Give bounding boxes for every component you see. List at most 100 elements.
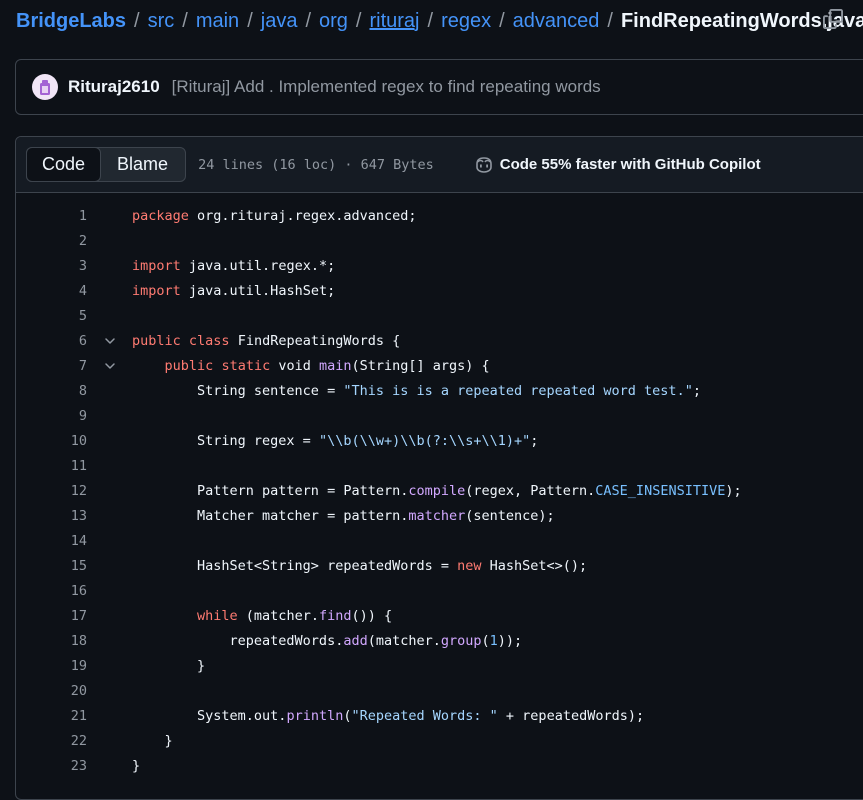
line-number[interactable]: 12 — [16, 483, 87, 499]
line-number[interactable]: 2 — [16, 233, 87, 249]
breadcrumb-segment-java[interactable]: java — [261, 10, 298, 33]
breadcrumb: BridgeLabs / src / main / java / org / r… — [16, 8, 863, 34]
code-text: } — [132, 658, 205, 674]
code-line: 1 package org.rituraj.regex.advanced; — [16, 203, 863, 228]
copilot-promo-button[interactable]: Code 55% faster with GitHub Copilot — [474, 156, 761, 174]
breadcrumb-separator: / — [607, 9, 613, 32]
breadcrumb-separator: / — [247, 9, 253, 32]
code-token: } — [132, 732, 173, 749]
line-number[interactable]: 3 — [16, 258, 87, 274]
copy-path-button[interactable] — [822, 8, 844, 30]
line-number[interactable]: 23 — [16, 758, 87, 774]
breadcrumb-separator: / — [305, 9, 312, 32]
code-token: (String[] args) { — [351, 357, 490, 374]
breadcrumb-separator: / — [499, 9, 505, 32]
code-token: public — [132, 332, 181, 349]
code-line: 8 String sentence = "This is is a repeat… — [16, 378, 863, 403]
line-number[interactable]: 17 — [16, 608, 87, 624]
commit-author[interactable]: Rituraj2610 — [68, 77, 160, 97]
code-token: ()) { — [351, 607, 393, 624]
line-number[interactable]: 13 — [16, 508, 87, 524]
breadcrumb-segment-main[interactable]: main — [196, 10, 239, 33]
code-token: "\\b(\\w+)\\b(?:\\s+\\1)+" — [318, 432, 531, 449]
code-line: 14 — [16, 528, 863, 553]
commit-message[interactable]: [Rituraj] Add . Implemented regex to fin… — [172, 77, 601, 97]
line-number[interactable]: 20 — [16, 683, 87, 699]
line-number[interactable]: 10 — [16, 433, 87, 449]
code-token: new — [457, 557, 482, 574]
code-line: 2 — [16, 228, 863, 253]
code-token: find — [318, 607, 352, 624]
tab-code[interactable]: Code — [26, 147, 102, 182]
line-number[interactable]: 19 — [16, 658, 87, 674]
code-token: ); — [725, 482, 742, 499]
code-text: } — [132, 758, 140, 774]
code-token: 1 — [489, 632, 498, 649]
line-number[interactable]: 11 — [16, 458, 87, 474]
code-token: String regex = — [132, 432, 319, 449]
line-number[interactable]: 8 — [16, 383, 87, 399]
code-text: String regex = "\\b(\\w+)\\b(?:\\s+\\1)+… — [132, 433, 538, 449]
tab-blame[interactable]: Blame — [100, 148, 185, 181]
code-text: Matcher matcher = pattern.matcher(senten… — [132, 508, 555, 524]
line-number[interactable]: 6 — [16, 333, 87, 349]
line-number[interactable]: 4 — [16, 283, 87, 299]
code-line: 6 public class FindRepeatingWords { — [16, 328, 863, 353]
breadcrumb-segment-org[interactable]: org — [319, 10, 348, 33]
code-token: java.util.regex.*; — [180, 257, 336, 274]
breadcrumb-segment-advanced[interactable]: advanced — [513, 10, 600, 33]
line-number[interactable]: 7 — [16, 358, 87, 374]
line-number[interactable]: 22 — [16, 733, 87, 749]
avatar[interactable] — [32, 74, 58, 100]
line-number[interactable]: 18 — [16, 633, 87, 649]
chevron-down-icon[interactable] — [87, 335, 132, 347]
breadcrumb-segment-src[interactable]: src — [148, 10, 175, 33]
line-number[interactable]: 21 — [16, 708, 87, 724]
file-viewer: Code Blame 24 lines (16 loc) · 647 Bytes… — [15, 136, 863, 800]
breadcrumb-repo-link[interactable]: BridgeLabs — [16, 10, 126, 33]
code-token: (regex, Pattern. — [465, 482, 596, 499]
line-number[interactable]: 14 — [16, 533, 87, 549]
code-line: 19 } — [16, 653, 863, 678]
breadcrumb-separator: / — [182, 9, 188, 32]
code-token: package — [132, 207, 189, 224]
code-token: "This is is a repeated repeated word tes… — [343, 382, 693, 399]
code-token: String sentence = — [132, 382, 344, 399]
code-line: 21 System.out.println("Repeated Words: "… — [16, 703, 863, 728]
code-token: java.util.HashSet; — [180, 282, 336, 299]
code-text: import java.util.regex.*; — [132, 258, 335, 274]
breadcrumb-separator: / — [355, 9, 362, 32]
breadcrumb-separator: / — [427, 9, 434, 32]
code-line: 13 Matcher matcher = pattern.matcher(sen… — [16, 503, 863, 528]
line-number[interactable]: 16 — [16, 583, 87, 599]
code-token: "Repeated Words: " — [351, 707, 498, 724]
line-number[interactable]: 5 — [16, 308, 87, 324]
file-header: Code Blame 24 lines (16 loc) · 647 Bytes… — [16, 137, 863, 193]
code-line: 9 — [16, 403, 863, 428]
code-token: HashSet<String> repeatedWords = — [132, 557, 458, 574]
code-token: org.rituraj.regex.advanced; — [188, 207, 417, 224]
code-token: ; — [530, 432, 539, 449]
code-line: 12 Pattern pattern = Pattern.compile(reg… — [16, 478, 863, 503]
breadcrumb-segment-rituraj[interactable]: rituraj — [369, 10, 419, 33]
code-token: repeatedWords. — [132, 632, 344, 649]
line-number[interactable]: 1 — [16, 208, 87, 224]
code-line: 18 repeatedWords.add(matcher.group(1)); — [16, 628, 863, 653]
code-token: static — [221, 357, 271, 374]
code-token: HashSet<>(); — [481, 557, 588, 574]
code-token: CASE_INSENSITIVE — [595, 482, 726, 499]
code-text: repeatedWords.add(matcher.group(1)); — [132, 632, 523, 649]
line-number[interactable]: 9 — [16, 408, 87, 424]
line-number[interactable]: 15 — [16, 558, 87, 574]
chevron-down-icon[interactable] — [87, 360, 132, 372]
code-line: 17 while (matcher.find()) { — [16, 603, 863, 628]
code-token: (matcher. — [367, 632, 441, 649]
breadcrumb-segment-regex[interactable]: regex — [441, 10, 491, 33]
code-line: 4 import java.util.HashSet; — [16, 278, 863, 303]
code-token: while — [197, 607, 238, 624]
code-text: HashSet<String> repeatedWords = new Hash… — [132, 558, 587, 574]
code-token: System.out. — [132, 707, 287, 724]
code-token: add — [343, 632, 368, 649]
code-text: } — [132, 733, 173, 749]
